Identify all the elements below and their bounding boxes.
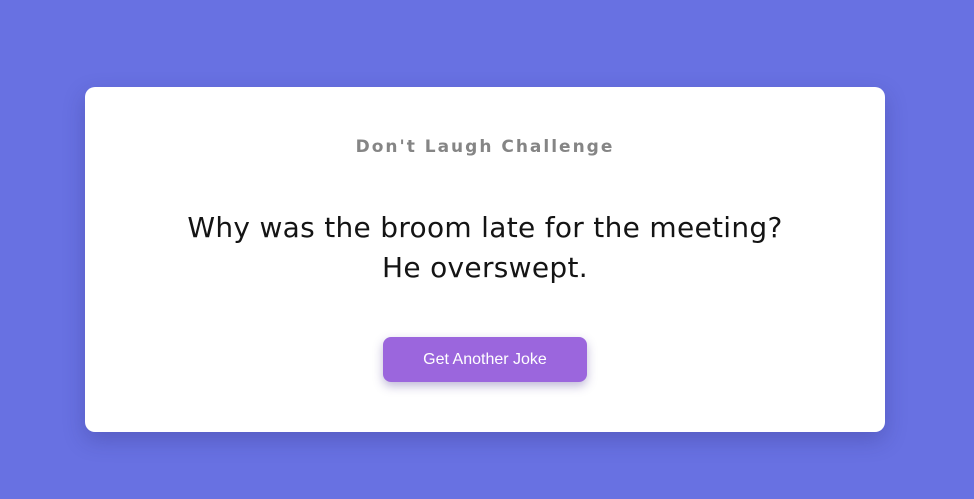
joke-text: Why was the broom late for the meeting? …	[85, 208, 885, 288]
get-another-joke-button[interactable]: Get Another Joke	[383, 337, 587, 382]
joke-punchline: He overswept.	[382, 251, 588, 284]
app-title: Don't Laugh Challenge	[355, 137, 615, 157]
joke-card: Don't Laugh Challenge Why was the broom …	[85, 87, 885, 432]
joke-setup: Why was the broom late for the meeting?	[187, 211, 783, 244]
